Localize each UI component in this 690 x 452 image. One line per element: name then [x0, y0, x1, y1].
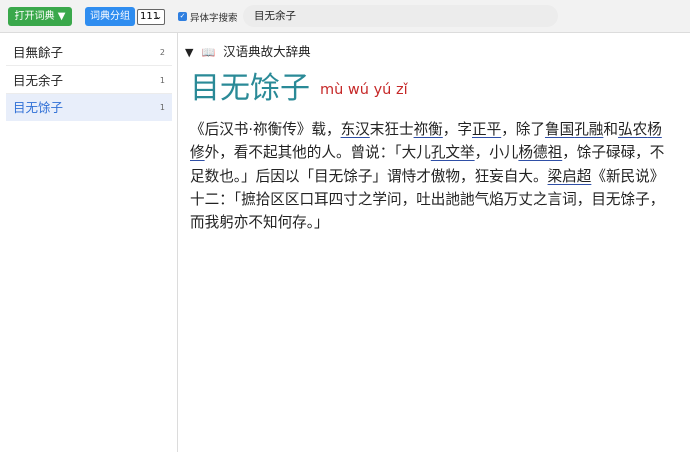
- chevron-down-icon: ▼: [57, 11, 66, 22]
- sidebar-item-count: 2: [159, 48, 165, 57]
- dictionary-name: 汉语典故大辞典: [223, 44, 311, 59]
- collapse-triangle-icon[interactable]: ▼: [185, 46, 193, 59]
- variant-search-label: 异体字搜索: [190, 13, 238, 24]
- sidebar-item-label: 目无余子: [13, 73, 64, 88]
- sidebar-item-count: 1: [159, 103, 165, 112]
- definition-text: 末狂士: [369, 121, 414, 138]
- toolbar: 打开词典 ▼ 词典分组 111 ⌄ ✓ 异体字搜索 目无余子: [0, 0, 690, 33]
- definition-link[interactable]: 弘农: [618, 121, 647, 138]
- entry-pinyin: mù wú yú zǐ: [320, 82, 408, 98]
- sidebar-item-1[interactable]: 目無餘子 2: [6, 39, 172, 66]
- count-select[interactable]: 111 ⌄: [137, 9, 165, 25]
- definition-link[interactable]: 杨德祖: [518, 144, 562, 161]
- definition-text: 外，看不起其他的人。曾说：「大儿: [204, 144, 431, 162]
- definition-link[interactable]: 孔融: [574, 121, 603, 138]
- sidebar: 目無餘子 2 目无余子 1 目无馀子 1: [0, 33, 178, 452]
- definition-link[interactable]: 鲁国: [545, 121, 574, 138]
- dictionary-section-header[interactable]: ▼ 📖 汉语典故大辞典: [185, 41, 311, 60]
- sidebar-item-2[interactable]: 目无余子 1: [6, 67, 172, 94]
- definition-link[interactable]: 梁启超: [548, 168, 592, 185]
- entry-definition: 《后汉书·祢衡传》载，东汉末狂士祢衡，字正平，除了鲁国孔融和弘农杨修外，看不起其…: [190, 118, 672, 234]
- definition-link[interactable]: 祢衡: [414, 121, 443, 138]
- variant-search-checkbox[interactable]: ✓: [178, 12, 187, 21]
- sidebar-item-count: 1: [159, 76, 165, 85]
- open-dictionary-button[interactable]: 打开词典 ▼: [8, 7, 72, 26]
- chevron-down-icon: ⌄: [155, 12, 162, 21]
- definition-text: ，除了: [501, 121, 545, 138]
- sidebar-item-label: 目無餘子: [13, 45, 64, 60]
- definition-link[interactable]: 正平: [472, 121, 501, 138]
- entry-headword: 目无馀子: [190, 71, 310, 106]
- definition-link[interactable]: 孔文举: [431, 144, 475, 161]
- dictionary-group-button[interactable]: 词典分组: [85, 7, 135, 26]
- definition-text: 和: [603, 121, 618, 138]
- definition-text: 《后汉书·祢衡传》载，: [190, 121, 341, 138]
- open-dictionary-label: 打开词典: [14, 11, 55, 22]
- sidebar-item-3-selected[interactable]: 目无馀子 1: [6, 94, 172, 121]
- sidebar-item-label: 目无馀子: [13, 100, 64, 115]
- book-icon: 📖: [201, 46, 216, 59]
- definition-link[interactable]: 东汉: [341, 121, 370, 138]
- search-input[interactable]: 目无余子: [243, 5, 558, 27]
- definition-text: ，小儿: [474, 144, 519, 162]
- definition-text: ，字: [442, 121, 472, 138]
